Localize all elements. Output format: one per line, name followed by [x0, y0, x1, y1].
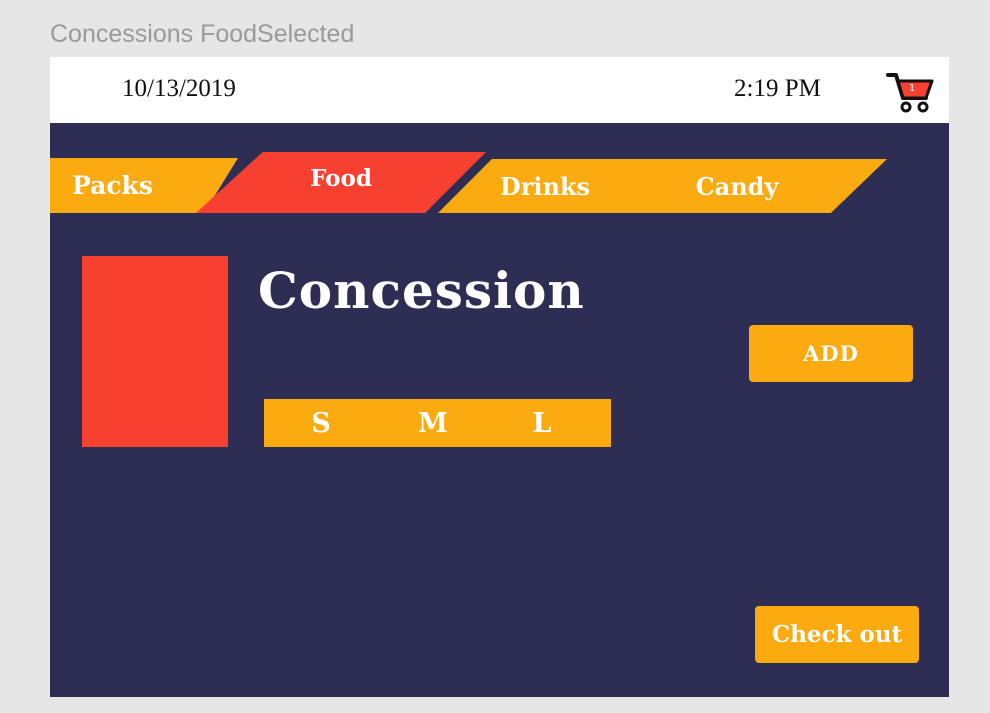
size-selector: S M L — [264, 399, 611, 447]
product-image — [82, 256, 228, 447]
size-medium-option[interactable]: M — [403, 399, 463, 447]
category-tabs: Packs Food Drinks Candy — [50, 123, 949, 223]
checkout-button[interactable]: Check out — [755, 606, 919, 663]
cart-button[interactable]: 1 — [886, 71, 936, 113]
status-bar: 10/13/2019 2:19 PM 1 — [50, 57, 949, 123]
tab-candy[interactable]: Candy — [672, 159, 802, 213]
tab-drinks[interactable]: Drinks — [480, 159, 610, 213]
frame-title: Concessions FoodSelected — [50, 20, 355, 48]
date-label: 10/13/2019 — [122, 75, 236, 102]
product-title: Concession — [258, 261, 585, 320]
cart-count-badge: 1 — [908, 83, 916, 94]
add-button[interactable]: ADD — [749, 325, 913, 382]
tab-food[interactable]: Food — [196, 152, 486, 213]
size-large-option[interactable]: L — [512, 399, 572, 447]
size-small-option[interactable]: S — [291, 399, 351, 447]
time-label: 2:19 PM — [734, 75, 821, 102]
main-panel: Packs Food Drinks Candy Concession ADD S… — [50, 123, 949, 697]
